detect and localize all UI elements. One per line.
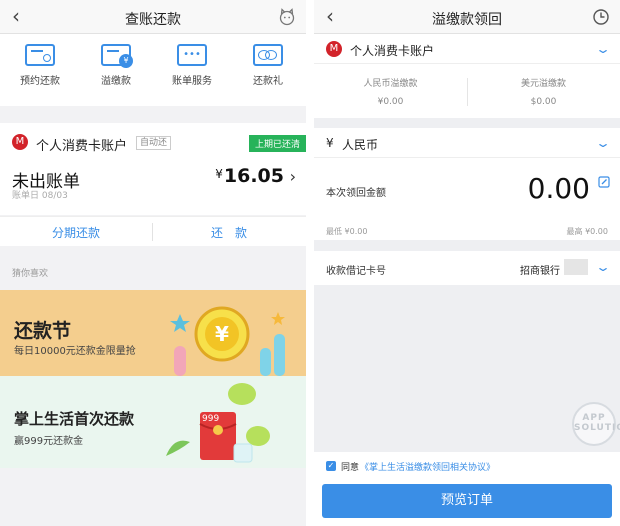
currency-symbol: ¥ (326, 136, 334, 150)
nav-bar: ‹ 溢缴款领回 (314, 0, 620, 34)
card-yen-icon: ¥ (101, 44, 133, 68)
quick-action-overpayment[interactable]: ¥ 溢缴款 (78, 44, 154, 87)
edit-icon[interactable] (598, 176, 610, 188)
repay-actions: 分期还款 还 款 (0, 216, 306, 246)
currency-selector[interactable]: ¥ 人民币 ⌄ (314, 128, 620, 158)
footer: ✓ 同意 《掌上生活溢缴款领回相关协议》 预览订单 (314, 452, 620, 526)
chevron-down-icon[interactable]: ⌄ (595, 136, 611, 150)
usd-balance-label: 美元溢缴款 (520, 79, 566, 89)
bank-logo-icon: M (326, 41, 342, 57)
agree-checkbox[interactable]: ✓ (326, 461, 336, 471)
account-card[interactable]: M 个人消费卡账户 自动还 上期已还清 未出账单 账单日 08/03 ¥16.0… (0, 123, 306, 215)
screen-divider (306, 0, 314, 526)
quick-action-label: 溢缴款 (101, 76, 131, 87)
card-dots-icon: ••• (177, 44, 207, 66)
rmb-balance-label: 人民币溢缴款 (363, 79, 418, 89)
cat-avatar-icon[interactable] (278, 8, 296, 26)
promo-banner-repay-festival[interactable]: 还款节 每日10000元还款金限量抢 ¥ ¥ (0, 290, 306, 376)
quick-action-label: 还款礼 (253, 76, 283, 87)
currency-symbol: ¥ (215, 167, 223, 181)
coin-illustration-icon: ¥ (170, 306, 285, 376)
unbilled-amount[interactable]: ¥16.05 (215, 165, 284, 187)
nav-bar: ‹ 查账还款 (0, 0, 306, 34)
quick-actions: 预约还款 ¥ 溢缴款 ••• 账单服务 还款礼 (0, 34, 306, 141)
claim-amount-label: 本次领回金额 (326, 188, 386, 199)
bank-logo-icon: M (12, 134, 28, 150)
promo-banner-first-repay[interactable]: 掌上生活首次还款 赢999元还款金 999 (0, 376, 306, 468)
status-badge: 上期已还清 (248, 135, 306, 152)
chevron-right-icon[interactable]: › (290, 167, 296, 186)
max-amount: 最高 ¥0.00 (566, 227, 608, 236)
rmb-balance: 人民币溢缴款 ¥0.00 (314, 76, 467, 107)
account-selector[interactable]: M 个人消费卡账户 ⌄ (314, 34, 620, 64)
debit-card-label: 收款借记卡号 (326, 266, 386, 277)
masked-card-number (564, 259, 588, 275)
chevron-down-icon[interactable]: ⌄ (595, 260, 611, 274)
quick-action-scheduled-repay[interactable]: 预约还款 (2, 44, 78, 87)
min-amount: 最低 ¥0.00 (326, 227, 368, 236)
watermark-logo: APP SOLUTION (572, 402, 620, 446)
svg-text:¥: ¥ (215, 322, 229, 346)
amount-value: 16.05 (223, 165, 284, 187)
preview-order-button[interactable]: 预览订单 (322, 484, 612, 518)
rmb-balance-value: ¥0.00 (377, 97, 404, 107)
account-name: 个人消费卡账户 (350, 44, 435, 58)
account-name: 个人消费卡账户 (36, 139, 128, 154)
chevron-down-icon[interactable]: ⌄ (595, 42, 611, 56)
promo-title: 还款节 (14, 320, 72, 342)
debit-card-value: 招商银行 (520, 266, 560, 277)
usd-balance-value: $0.00 (530, 97, 557, 107)
quick-action-repay-gift[interactable]: 还款礼 (230, 44, 306, 87)
promo-subtitle: 每日10000元还款金限量抢 (14, 346, 136, 357)
claim-amount-section: 本次领回金额 0.00 最低 ¥0.00 最高 ¥0.00 (314, 158, 620, 240)
bill-repayment-screen: ‹ 查账还款 预约还款 ¥ 溢缴款 ••• 账单服务 还款礼 M 个人消费卡账户… (0, 0, 306, 526)
bill-date: 账单日 08/03 (12, 191, 68, 201)
quick-action-bill-service[interactable]: ••• 账单服务 (154, 44, 230, 87)
clock-history-icon[interactable] (592, 8, 610, 26)
quick-action-label: 预约还款 (20, 76, 60, 87)
page-title: 查账还款 (125, 12, 181, 28)
promo-subtitle: 赢999元还款金 (14, 436, 84, 447)
promo-title: 掌上生活首次还款 (14, 410, 135, 428)
section-label: 猜你喜欢 (12, 269, 49, 279)
red-envelope-illustration-icon (166, 383, 270, 463)
agree-prefix: 同意 (341, 463, 360, 473)
auto-repay-tag: 自动还 (136, 136, 172, 150)
repay-button[interactable]: 还 款 (153, 224, 305, 241)
card-gift-icon (253, 44, 283, 66)
usd-balance: 美元溢缴款 $0.00 (467, 76, 620, 107)
overpayment-claim-screen: ‹ 溢缴款领回 M 个人消费卡账户 ⌄ 人民币溢缴款 ¥0.00 美元溢缴款 $… (314, 0, 620, 526)
calendar-card-icon (25, 44, 55, 66)
envelope-amount: 999 (202, 414, 220, 424)
page-title: 溢缴款领回 (432, 12, 502, 28)
debit-card-selector[interactable]: 收款借记卡号 招商银行 ⌄ (314, 251, 620, 285)
quick-action-label: 账单服务 (172, 76, 212, 87)
currency-name: 人民币 (342, 138, 379, 152)
agreement-link[interactable]: 《掌上生活溢缴款领回相关协议》 (360, 460, 495, 473)
installment-button[interactable]: 分期还款 (0, 224, 152, 241)
watermark-text: APP SOLUTION (574, 413, 620, 433)
overpayment-balances: 人民币溢缴款 ¥0.00 美元溢缴款 $0.00 (314, 64, 620, 118)
claim-amount-input[interactable]: 0.00 (528, 172, 590, 205)
